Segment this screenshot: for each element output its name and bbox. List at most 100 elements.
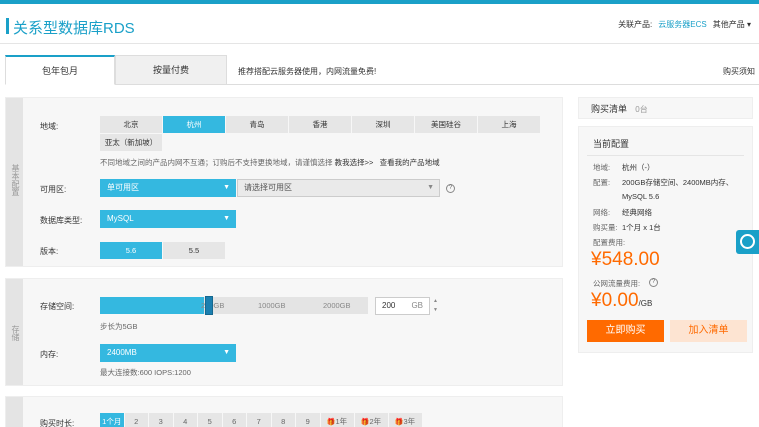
teach-me-link[interactable]: 教我选择>> (335, 158, 374, 167)
storage-side: 存储 (6, 279, 23, 385)
my-product-regions-link[interactable]: 查看我的产品地域 (380, 158, 440, 167)
current-config-title: 当前配置 (593, 139, 630, 149)
traffic-fee: ¥0.00/GB (591, 290, 652, 312)
config-item: 网络: 经典网络 (593, 207, 652, 218)
region-option[interactable]: 亚太（新加坡） (100, 134, 163, 151)
db-type-dropdown[interactable]: MySQL ▼ (100, 210, 236, 228)
slider-tick: 2000GB (323, 301, 351, 310)
version-option[interactable]: 5.6 (100, 242, 163, 259)
zone-dropdown[interactable]: 请选择可用区 ▼ (237, 179, 440, 197)
region-option[interactable]: 杭州 (163, 116, 226, 133)
gift-icon: 🎁 (326, 419, 336, 426)
storage-space-label: 存储空间: (40, 302, 75, 311)
related-label: 关联产品: (618, 20, 653, 29)
config-key (593, 192, 622, 201)
storage-panel: 存储 存储空间: 200GB 1000GB 2000GB 200 GB ▲▼ 步… (5, 278, 563, 386)
customer-service-button[interactable] (736, 230, 759, 254)
fee-label-text: 配置费用: (593, 238, 626, 247)
duration-option[interactable]: 1个月 (100, 413, 125, 427)
duration-year-option[interactable]: 🎁1年 (320, 413, 355, 427)
caret-down-icon: ▾ (746, 20, 751, 29)
config-key: 配置: (593, 178, 611, 187)
zone-type-dropdown[interactable]: 单可用区 ▼ (100, 179, 236, 197)
duration-option[interactable]: 4 (173, 413, 198, 427)
config-item: 配置: 200GB存储空间、2400MB内存、 (593, 177, 733, 188)
duration-side (6, 397, 23, 427)
traffic-fee-label: 公网流量费用: (593, 278, 640, 289)
db-type-value: MySQL (107, 214, 134, 223)
duration-option[interactable]: 3 (149, 413, 174, 427)
related-ecs-link[interactable]: 云服务器ECS (658, 19, 706, 30)
region-selector-row2: 亚太（新加坡） (100, 134, 163, 151)
region-option[interactable]: 美国硅谷 (415, 116, 478, 133)
purchase-help-link[interactable]: 购买须知 (723, 66, 755, 77)
storage-stepper[interactable]: ▲ ▼ (431, 297, 440, 315)
cart-count: 0台 (635, 105, 648, 114)
zone-placeholder: 请选择可用区 (244, 183, 292, 192)
tab-pay-as-you-go[interactable]: 按量付费 (115, 55, 227, 85)
db-type-label: 数据库类型: (40, 216, 83, 225)
storage-slider-fill (100, 297, 204, 314)
memory-label: 内存: (40, 350, 59, 359)
config-item: 地域: 杭州（-） (593, 162, 655, 173)
basic-config-side-label: 基本配置 (11, 164, 20, 196)
current-config-box: 当前配置 地域: 杭州（-） 配置: 200GB存储空间、2400MB内存、 M… (578, 126, 753, 353)
storage-input-value: 200 (382, 301, 396, 310)
duration-option[interactable]: 7 (247, 413, 272, 427)
config-key: 购买量: (593, 223, 618, 232)
gift-icon: 🎁 (394, 419, 404, 426)
region-hint: 不同地域之间的产品内网不互通；订购后不支持更换地域，请谨慎选择 教我选择>> 查… (100, 157, 440, 168)
zone-label: 可用区: (40, 185, 67, 194)
region-option[interactable]: 深圳 (352, 116, 415, 133)
version-option[interactable]: 5.5 (163, 242, 226, 259)
add-to-cart-button[interactable]: 加入清单 (670, 320, 747, 342)
fee-label: 配置费用: (593, 237, 625, 248)
duration-option[interactable]: 6 (222, 413, 247, 427)
region-option[interactable]: 青岛 (226, 116, 289, 133)
tab-subscription[interactable]: 包年包月 (5, 55, 115, 85)
storage-input[interactable]: 200 GB (375, 297, 430, 315)
memory-value: 2400MB (107, 348, 137, 357)
duration-year-option[interactable]: 🎁2年 (354, 413, 389, 427)
caret-down-icon: ▼ (223, 215, 230, 222)
cart-title: 购买清单 (591, 104, 628, 114)
caret-down-icon: ▼ (223, 349, 230, 356)
help-icon[interactable]: ? (446, 184, 455, 193)
traffic-fee-label-text: 公网流量费用: (593, 279, 641, 288)
config-value: 杭州（-） (622, 163, 655, 172)
duration-year-label: 2年 (369, 417, 382, 426)
duration-option[interactable]: 9 (296, 413, 321, 427)
region-selector: 北京 杭州 青岛 香港 深圳 美国硅谷 上海 (100, 116, 541, 133)
region-option[interactable]: 香港 (289, 116, 352, 133)
traffic-fee-value: ¥0.00 (591, 290, 639, 311)
duration-option[interactable]: 2 (124, 413, 149, 427)
basic-config-panel: 基本配置 地域: 北京 杭州 青岛 香港 深圳 美国硅谷 上海 亚太（新加坡） … (5, 97, 563, 267)
storage-step-hint: 步长为5GB (100, 322, 138, 331)
duration-selector: 1个月 2 3 4 5 6 7 8 9 🎁1年 🎁2年 🎁3年 (100, 413, 423, 427)
other-products-menu[interactable]: 其他产品 ▾ (713, 19, 751, 30)
duration-year-label: 3年 (403, 417, 416, 426)
traffic-fee-unit: /GB (638, 299, 653, 308)
duration-label: 购买时长: (40, 419, 75, 427)
config-value: 1个月 x 1台 (622, 223, 661, 232)
config-item: MySQL 5.6 (593, 192, 659, 201)
zone-type-value: 单可用区 (107, 183, 139, 192)
config-item: 购买量: 1个月 x 1台 (593, 222, 661, 233)
storage-slider-handle[interactable] (205, 296, 213, 315)
caret-down-icon: ▼ (223, 184, 230, 191)
region-option[interactable]: 上海 (478, 116, 541, 133)
basic-config-side: 基本配置 (6, 98, 23, 266)
region-label: 地域: (40, 122, 59, 131)
region-option[interactable]: 北京 (100, 116, 163, 133)
version-label: 版本: (40, 247, 59, 256)
duration-year-option[interactable]: 🎁3年 (388, 413, 423, 427)
version-selector: 5.6 5.5 (100, 242, 226, 259)
storage-slider[interactable]: 200GB 1000GB 2000GB (100, 296, 368, 315)
duration-option[interactable]: 5 (198, 413, 223, 427)
slider-tick: 1000GB (258, 301, 286, 310)
help-icon[interactable]: ? (649, 278, 658, 287)
storage-side-label: 存储 (11, 325, 20, 341)
duration-option[interactable]: 8 (271, 413, 296, 427)
buy-now-button[interactable]: 立即购买 (587, 320, 664, 342)
memory-dropdown[interactable]: 2400MB ▼ (100, 344, 236, 362)
